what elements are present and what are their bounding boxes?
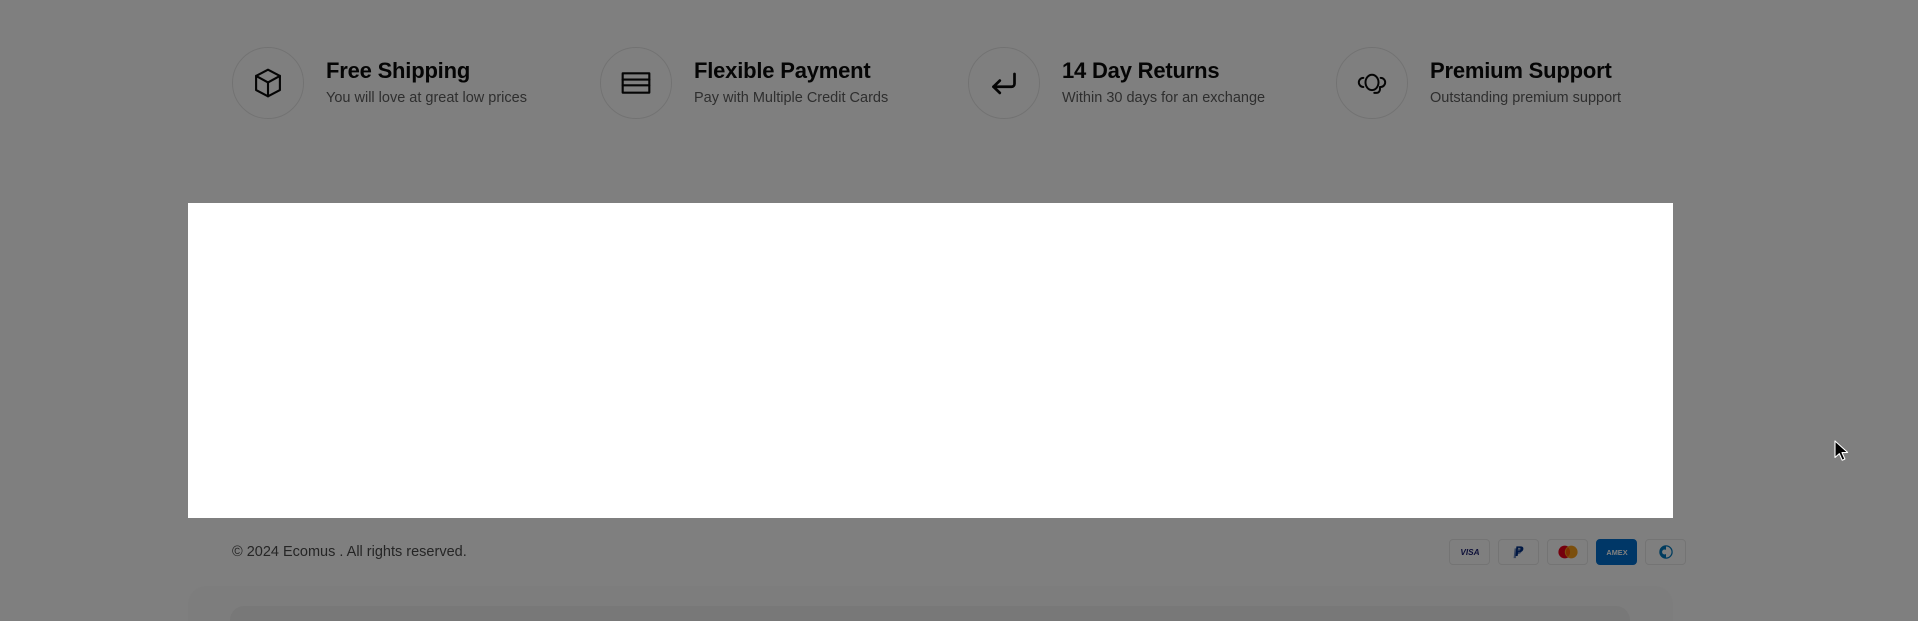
pinterest-icon xyxy=(412,431,425,444)
footer-column-title-signup: Sign Up for Email xyxy=(1317,248,1441,265)
feature-subtitle: Pay with Multiple Credit Cards xyxy=(694,89,889,106)
arrow-up-right-icon: ↗ xyxy=(1586,378,1598,395)
copyright-text: © 2024 Ecomus . All rights reserved. xyxy=(232,544,467,560)
footer-column-help: Help FAQs Collections & Delivery Returns… xyxy=(601,248,959,518)
mastercard-icon xyxy=(1547,539,1588,565)
footer-column-signup: Sign Up for Email Sign up to get first d… xyxy=(1317,248,1617,518)
return-arrow-icon xyxy=(968,46,1040,119)
locale-selectors: 🇺🇸 USD ⌄ English ⌄ xyxy=(1317,451,1617,467)
footer-link-faqs[interactable]: FAQs xyxy=(601,289,637,304)
address-line: Phone:(212)555-1234 xyxy=(243,331,385,347)
headset-icon xyxy=(1336,46,1408,119)
social-link-tiktok[interactable] xyxy=(363,422,393,452)
currency-selector[interactable]: 🇺🇸 USD ⌄ xyxy=(1317,451,1394,467)
facebook-icon xyxy=(252,431,265,444)
social-link-pinterest[interactable] xyxy=(403,422,433,452)
payment-methods: VISA AMEX xyxy=(1449,539,1686,565)
feature-item-free-shipping: Free Shipping You will love at great low… xyxy=(232,46,600,119)
chevron-down-icon: ⌄ xyxy=(1384,453,1394,466)
footer-column-about: About us Our Story Visit Our Store Accou… xyxy=(959,248,1317,518)
tiktok-icon xyxy=(372,431,384,443)
diners-club-icon xyxy=(1645,539,1686,565)
svg-text:VISA: VISA xyxy=(1460,548,1479,557)
footer-link-collections-delivery[interactable]: Collections & Delivery xyxy=(601,319,742,335)
get-direction-link[interactable]: Get direction ↗ xyxy=(243,369,344,389)
amex-icon: AMEX xyxy=(1596,539,1637,565)
currency-value: USD xyxy=(1342,451,1374,467)
footer-link-quality-guarantee[interactable]: Quality Guarantee xyxy=(601,380,719,396)
language-selector[interactable]: English ⌄ xyxy=(1424,451,1492,467)
service-feature-strip: Free Shipping You will love at great low… xyxy=(0,0,1918,165)
feature-title: 14 Day Returns xyxy=(1062,57,1220,83)
instagram-icon xyxy=(332,431,345,444)
page-root: Free Shipping You will love at great low… xyxy=(0,0,1918,621)
feature-item-flexible-payment: Flexible Payment Pay with Multiple Credi… xyxy=(600,46,968,119)
arrow-up-right-icon: ↗ xyxy=(332,369,344,385)
footer-column-address: Address:1234 Fashion Street, Suite 567,N… xyxy=(243,248,601,518)
box-icon xyxy=(232,46,304,119)
us-flag-icon: 🇺🇸 xyxy=(1317,450,1336,468)
footer-link-product-care[interactable]: Product Care xyxy=(601,441,686,457)
footer-column-title-help: Help xyxy=(601,248,634,265)
paypal-icon xyxy=(1498,539,1539,565)
footer-link-account[interactable]: Account xyxy=(959,350,1011,365)
footer-link-returns-refunds[interactable]: Returns & Refunds xyxy=(601,350,724,365)
language-value: English xyxy=(1423,451,1472,467)
social-link-instagram[interactable] xyxy=(323,422,353,452)
svg-text:AMEX: AMEX xyxy=(1606,548,1627,557)
visa-icon: VISA xyxy=(1449,539,1490,565)
footer-panel: Address:1234 Fashion Street, Suite 567,N… xyxy=(188,203,1673,518)
social-link-facebook[interactable] xyxy=(243,422,273,452)
signup-description: Sign up to get first dibs on new arrival… xyxy=(1317,293,1612,333)
get-direction-label: Get direction xyxy=(243,369,326,385)
footer-column-title-about: About us xyxy=(959,248,1024,265)
feature-title: Flexible Payment xyxy=(694,57,871,83)
credit-card-icon xyxy=(600,46,672,119)
feature-item-14-day-returns: 14 Day Returns Within 30 days for an exc… xyxy=(968,46,1336,119)
subscribe-label: Subscribe xyxy=(1509,379,1578,395)
subscribe-button[interactable]: Subscribe ↗ xyxy=(1493,365,1614,409)
address-line: Email:info@fashionshop.com xyxy=(243,305,432,321)
social-links xyxy=(243,422,601,452)
feature-subtitle: Within 30 days for an exchange xyxy=(1062,89,1266,106)
feature-title: Free Shipping xyxy=(326,57,471,83)
footer-link-our-story[interactable]: Our Story xyxy=(959,289,1021,304)
x-twitter-icon xyxy=(292,431,304,443)
footer-bottom-bar: © 2024 Ecomus . All rights reserved. VIS… xyxy=(0,518,1918,586)
footer-link-product-safety[interactable]: Product Safety xyxy=(601,411,696,426)
footer-link-visit-our-store[interactable]: Visit Our Store xyxy=(959,319,1053,335)
chevron-down-icon: ⌄ xyxy=(1482,453,1492,466)
email-input[interactable] xyxy=(1320,379,1494,395)
address-line: Address:1234 xyxy=(243,253,333,269)
feature-title: Premium Support xyxy=(1430,57,1612,83)
feature-subtitle: You will love at great low prices xyxy=(326,89,527,106)
social-link-x[interactable] xyxy=(283,422,313,452)
newsletter-form: Subscribe ↗ xyxy=(1317,363,1617,411)
feature-item-premium-support: Premium Support Outstanding premium supp… xyxy=(1336,46,1704,119)
next-section-inner-peek xyxy=(230,606,1630,621)
feature-subtitle: Outstanding premium support xyxy=(1430,89,1622,106)
address-line: Fashion Street, Suite 567,New York, NY xyxy=(243,279,501,295)
